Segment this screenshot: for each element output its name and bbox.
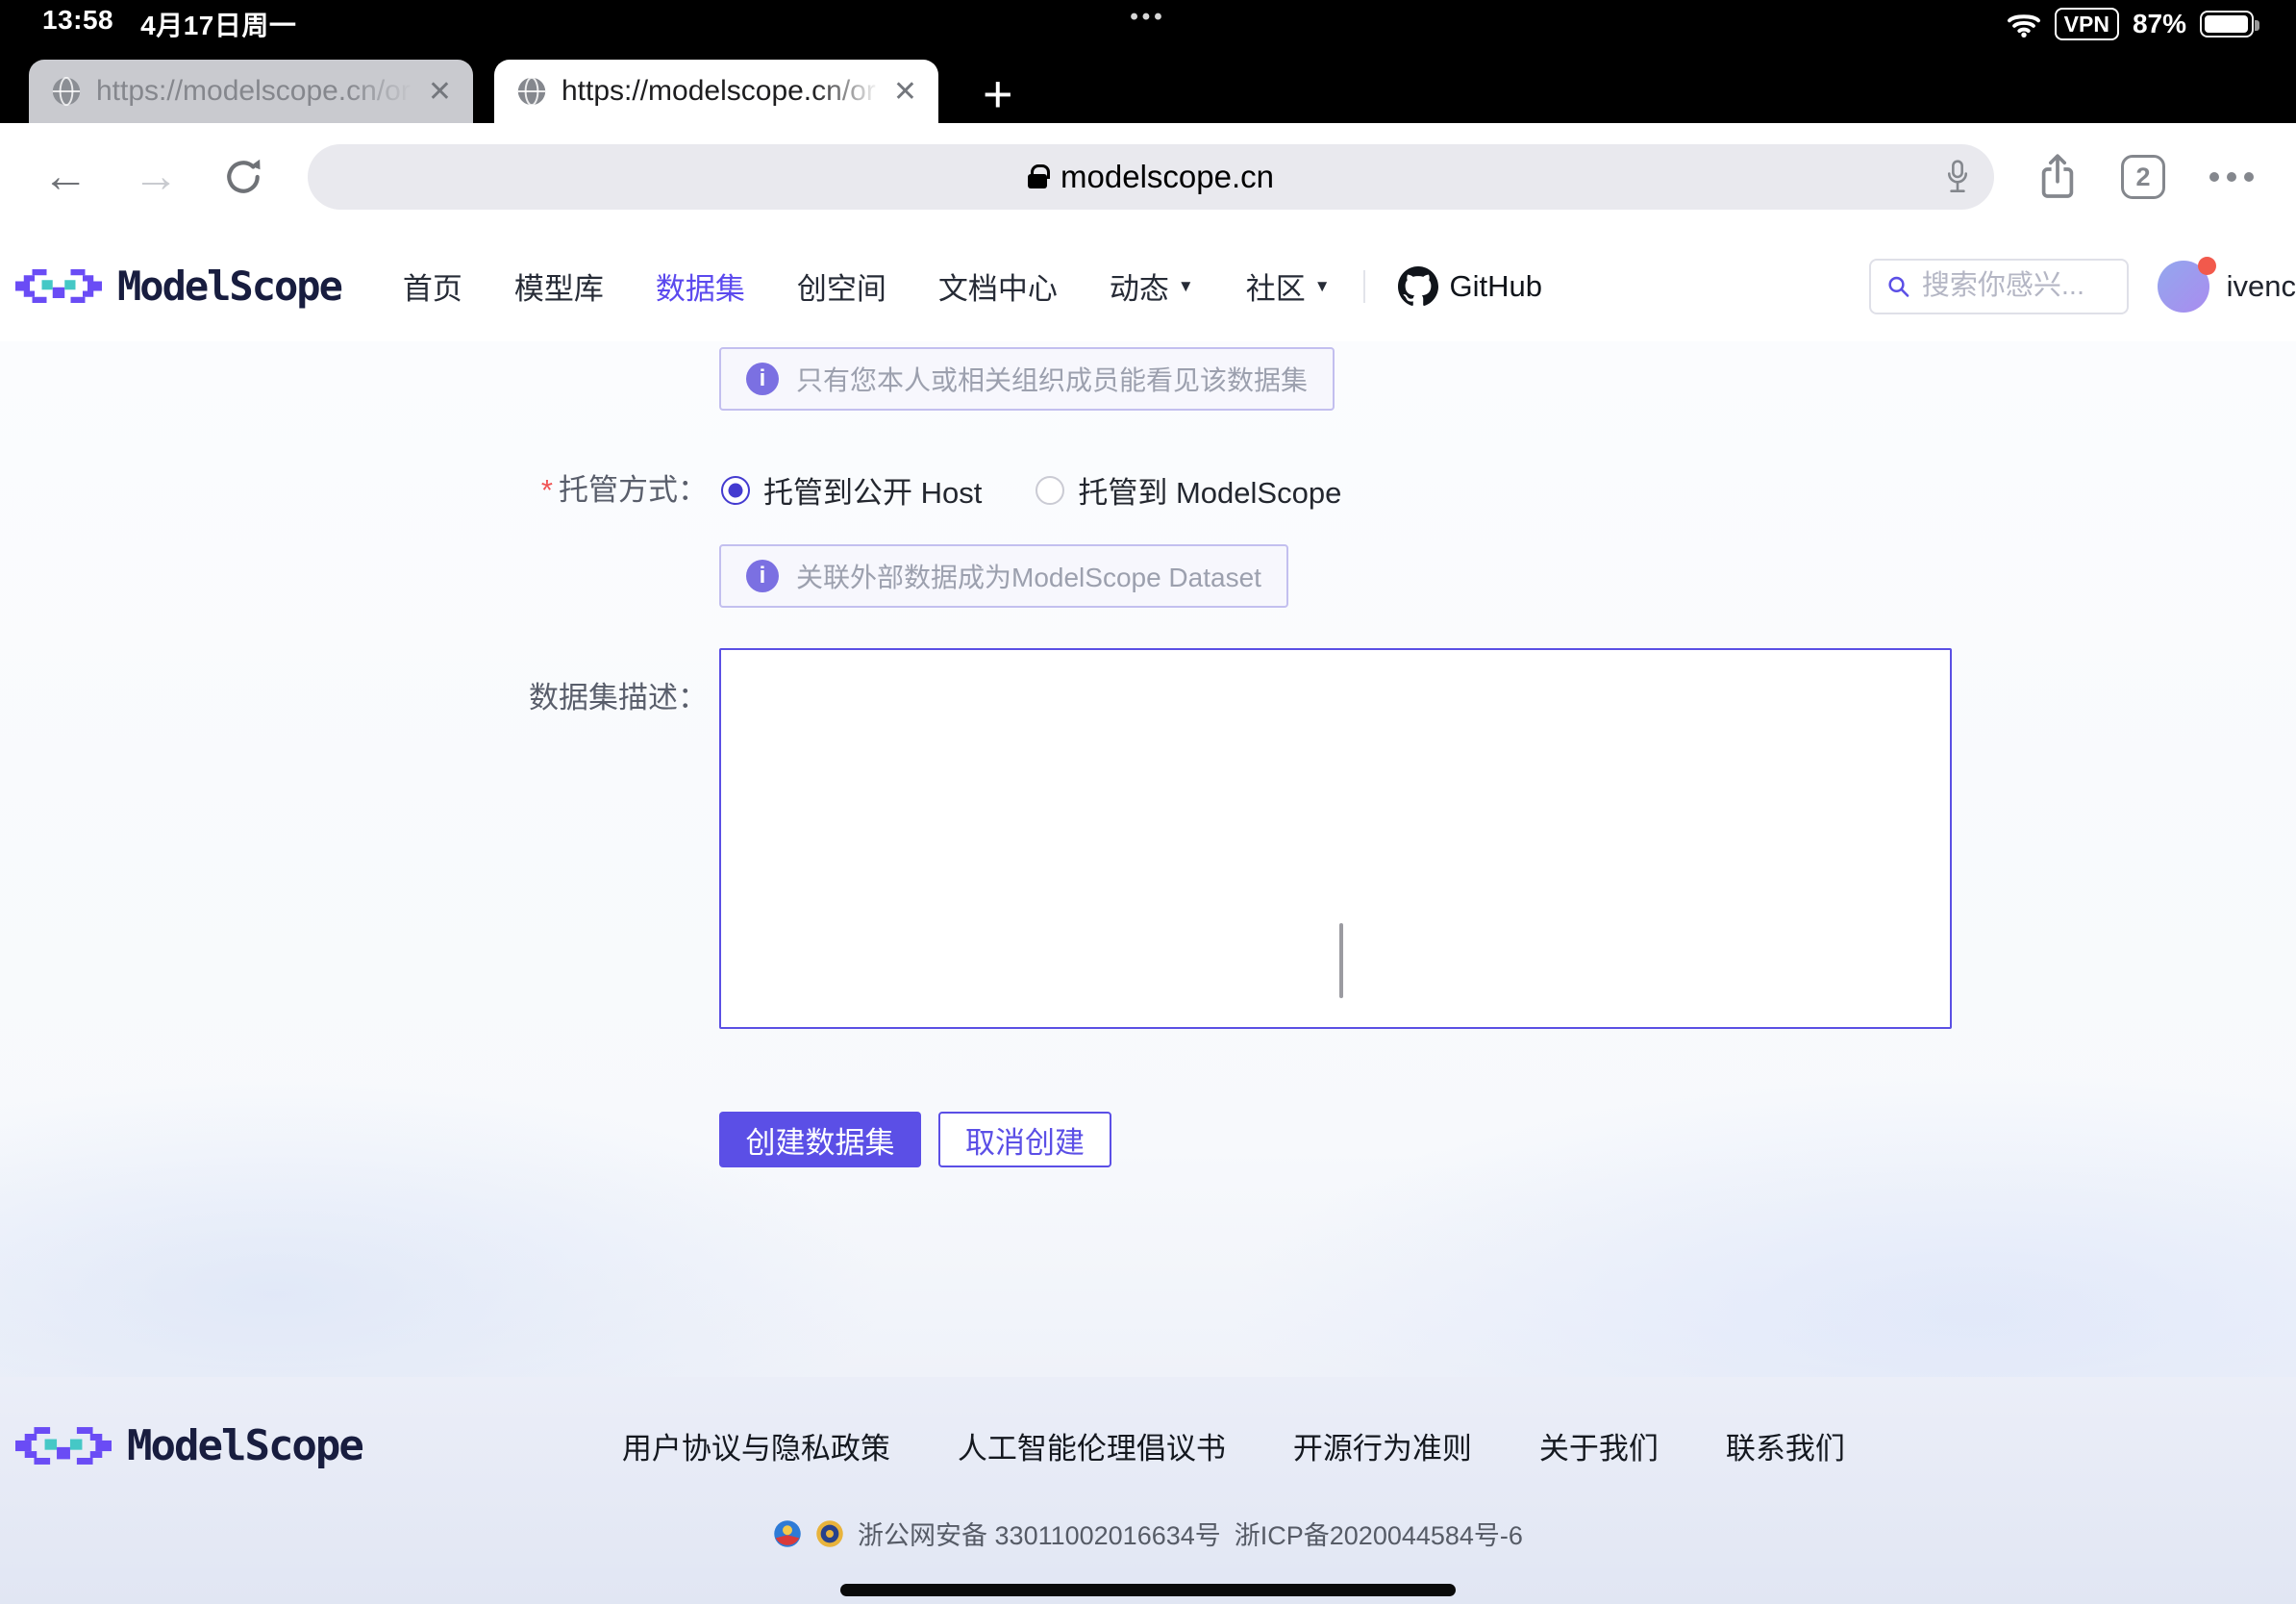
search-input[interactable] [1922, 270, 2111, 302]
footer-link-privacy[interactable]: 用户协议与隐私政策 [622, 1424, 890, 1467]
description-textarea[interactable] [719, 648, 1952, 1029]
nav-item-home[interactable]: 首页 [403, 264, 462, 308]
github-link[interactable]: GitHub [1398, 266, 1542, 307]
multitask-dots-icon: ••• [1130, 4, 1165, 31]
footer-link-contact[interactable]: 联系我们 [1726, 1424, 1845, 1467]
address-bar[interactable]: modelscope.cn [308, 144, 1994, 210]
avatar[interactable] [2158, 261, 2209, 313]
nav-item-models[interactable]: 模型库 [514, 264, 604, 308]
site-footer: ModelScope 用户协议与隐私政策 人工智能伦理倡议书 开源行为准则 关于… [0, 1377, 2296, 1604]
cancel-create-button[interactable]: 取消创建 [938, 1112, 1111, 1167]
address-text: modelscope.cn [1061, 159, 1274, 195]
visibility-hint: i 只有您本人或相关组织成员能看见该数据集 [719, 347, 1335, 411]
nav-item-community[interactable]: 社区▼ [1246, 264, 1331, 308]
new-tab-button[interactable]: + [973, 65, 1023, 123]
github-label: GitHub [1450, 269, 1542, 304]
close-icon[interactable]: ✕ [893, 75, 917, 109]
footer-links: 用户协议与隐私政策 人工智能伦理倡议书 开源行为准则 关于我们 联系我们 [622, 1424, 1845, 1467]
description-field: 数据集描述： [0, 648, 2296, 1029]
browser-toolbar: ← → modelscope.cn 2 [0, 123, 2296, 231]
tab-bar: https://modelscope.cn/or ✕ https://model… [0, 48, 2296, 123]
microphone-icon[interactable] [1944, 158, 1971, 196]
nav-item-docs[interactable]: 文档中心 [938, 264, 1058, 308]
brand-wordmark: ModelScope [117, 263, 341, 310]
browser-tab-background[interactable]: https://modelscope.cn/or ✕ [29, 60, 473, 123]
lock-icon [1028, 174, 1047, 188]
status-bar: 13:58 4月17日周一 ••• VPN 87% [0, 0, 2296, 48]
header-divider [1363, 270, 1365, 303]
beian-link[interactable]: 浙公网安备 33011002016634号 [858, 1515, 1221, 1552]
main-nav: 首页 模型库 数据集 创空间 文档中心 动态▼ 社区▼ [403, 264, 1331, 308]
search-icon [1886, 272, 1910, 301]
status-time: 13:58 [42, 5, 113, 43]
battery-percent: 87% [2133, 9, 2186, 39]
radio-modelscope-host[interactable]: 托管到 ModelScope [1036, 468, 1341, 512]
tab-url: https://modelscope.cn/or [562, 75, 880, 108]
host-type-label: *托管方式： [0, 469, 708, 512]
chevron-down-icon: ▼ [1314, 277, 1331, 296]
wifi-icon [2007, 12, 2041, 38]
forward-button[interactable]: → [133, 154, 179, 200]
share-icon[interactable] [2038, 154, 2077, 200]
radio-public-host[interactable]: 托管到公开 Host [721, 468, 982, 512]
chevron-down-icon: ▼ [1178, 277, 1194, 296]
create-dataset-button[interactable]: 创建数据集 [719, 1112, 921, 1167]
host-type-options: 托管到公开 Host 托管到 ModelScope [721, 468, 1341, 512]
modelscope-logo[interactable]: ModelScope [15, 263, 341, 310]
battery-icon [2200, 11, 2254, 38]
back-button[interactable]: ← [42, 154, 88, 200]
required-mark: * [541, 473, 553, 507]
home-indicator[interactable] [840, 1584, 1456, 1596]
username[interactable]: ivenc [2227, 269, 2296, 304]
text-cursor [1339, 923, 1343, 998]
footer-link-ai-ethics[interactable]: 人工智能伦理倡议书 [958, 1424, 1226, 1467]
dataset-create-form: i 只有您本人或相关组织成员能看见该数据集 *托管方式： 托管到公开 Host … [0, 341, 2296, 1377]
globe-icon [50, 75, 83, 108]
nav-item-datasets[interactable]: 数据集 [656, 264, 745, 308]
form-actions: 创建数据集 取消创建 [719, 1112, 2296, 1167]
nav-item-studios[interactable]: 创空间 [797, 264, 886, 308]
radio-unselected-icon[interactable] [1036, 476, 1064, 505]
beian-row: 浙公网安备 33011002016634号 浙ICP备2020044584号-6 [0, 1515, 2296, 1552]
footer-link-about[interactable]: 关于我们 [1539, 1424, 1659, 1467]
beian-badge-icon [773, 1519, 802, 1548]
github-icon [1398, 266, 1438, 307]
info-icon: i [746, 363, 779, 395]
status-date: 4月17日周一 [140, 5, 296, 43]
globe-icon [515, 75, 548, 108]
modelscope-logo-icon [15, 1427, 112, 1465]
modelscope-logo-icon [15, 269, 102, 303]
reload-icon[interactable] [223, 157, 263, 197]
police-badge-icon [815, 1519, 844, 1548]
close-icon[interactable]: ✕ [428, 75, 452, 109]
description-label: 数据集描述： [0, 648, 708, 716]
tab-url: https://modelscope.cn/or [96, 75, 414, 108]
brand-wordmark: ModelScope [127, 1421, 362, 1470]
radio-selected-icon[interactable] [721, 476, 750, 505]
more-menu-icon[interactable] [2209, 172, 2254, 182]
icp-link[interactable]: 浙ICP备2020044584号-6 [1235, 1515, 1523, 1552]
host-hint: i 关联外部数据成为ModelScope Dataset [719, 544, 1288, 608]
nav-item-news[interactable]: 动态▼ [1110, 264, 1194, 308]
info-icon: i [746, 560, 779, 592]
notification-dot [2198, 257, 2216, 275]
footer-logo[interactable]: ModelScope [15, 1421, 362, 1470]
vpn-badge: VPN [2055, 8, 2119, 40]
footer-link-conduct[interactable]: 开源行为准则 [1293, 1424, 1472, 1467]
header-search[interactable] [1869, 259, 2129, 314]
browser-tab-active[interactable]: https://modelscope.cn/or ✕ [494, 60, 938, 123]
host-type-field: *托管方式： 托管到公开 Host 托管到 ModelScope [0, 468, 2296, 512]
tab-overview-button[interactable]: 2 [2121, 155, 2165, 199]
site-header: ModelScope 首页 模型库 数据集 创空间 文档中心 动态▼ 社区▼ G… [0, 231, 2296, 341]
